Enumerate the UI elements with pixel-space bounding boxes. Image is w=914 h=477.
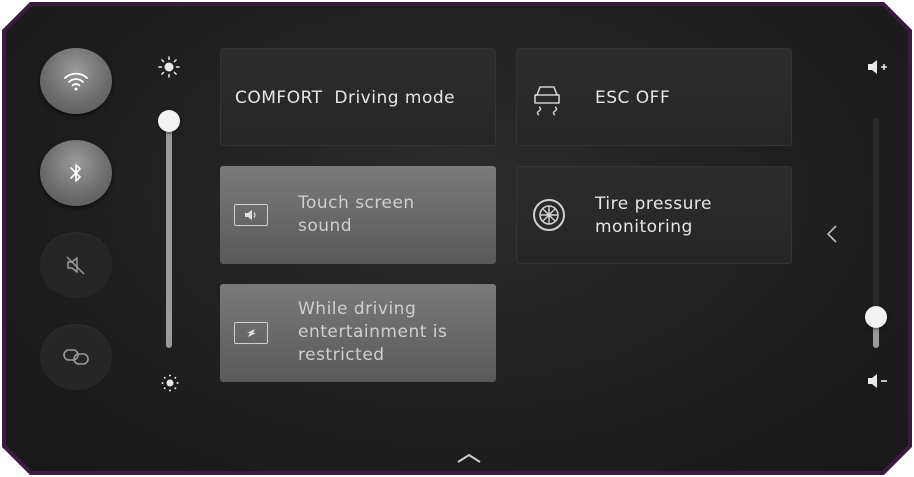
- chevron-up-icon[interactable]: [456, 452, 482, 464]
- touch-sound-line1: Touch screen: [298, 193, 415, 213]
- driving-mode-label: Driving mode: [334, 88, 456, 108]
- link-toggle[interactable]: [40, 324, 112, 390]
- esc-label: ESC OFF: [595, 88, 671, 108]
- esc-tile[interactable]: ESC OFF: [516, 48, 792, 146]
- tire-pressure-line2: monitoring: [595, 217, 693, 237]
- tire-icon: [533, 199, 565, 231]
- chevron-left-icon[interactable]: [826, 224, 838, 244]
- entertainment-tile[interactable]: While driving entertainment is restricte…: [220, 284, 496, 382]
- entertainment-indicator: [234, 322, 268, 344]
- entertainment-line1: While driving: [298, 299, 417, 319]
- tire-pressure-text: Tire pressure monitoring: [595, 193, 712, 239]
- wifi-toggle[interactable]: [40, 48, 112, 114]
- touch-sound-tile[interactable]: Touch screen sound: [220, 166, 496, 264]
- brightness-low-icon: [161, 374, 179, 392]
- brightness-high-icon: [158, 56, 180, 78]
- speaker-icon: [245, 210, 256, 220]
- tire-pressure-line1: Tire pressure: [595, 194, 712, 214]
- brightness-slider[interactable]: [166, 124, 172, 348]
- esc-icon: [534, 86, 560, 116]
- brightness-slider-knob[interactable]: [158, 110, 180, 132]
- wifi-icon: [64, 72, 88, 91]
- driving-mode-tile[interactable]: COMFORT Driving mode: [220, 48, 496, 146]
- mute-icon: [66, 256, 85, 275]
- display-frame: COMFORT Driving mode ESC OFF Touch scree…: [0, 0, 914, 477]
- bluetooth-icon: [70, 164, 81, 182]
- volume-up-icon: [868, 60, 887, 74]
- tire-pressure-tile[interactable]: Tire pressure monitoring: [516, 166, 792, 264]
- mute-toggle[interactable]: [40, 232, 112, 298]
- volume-down-icon: [868, 374, 887, 388]
- entertainment-line2: entertainment is: [298, 322, 448, 342]
- touch-sound-indicator: [234, 204, 268, 226]
- driving-mode-value: COMFORT: [235, 88, 323, 108]
- touch-sound-text: Touch screen sound: [298, 192, 415, 238]
- screen-blocked-icon: [247, 329, 256, 337]
- driving-mode-text: COMFORT Driving mode: [235, 87, 455, 110]
- entertainment-line3: restricted: [298, 345, 385, 365]
- bluetooth-toggle[interactable]: [40, 140, 112, 206]
- screen: COMFORT Driving mode ESC OFF Touch scree…: [6, 6, 908, 471]
- volume-slider-knob[interactable]: [865, 306, 887, 328]
- touch-sound-line2: sound: [298, 216, 353, 236]
- link-icon: [63, 349, 89, 365]
- entertainment-text: While driving entertainment is restricte…: [298, 298, 447, 367]
